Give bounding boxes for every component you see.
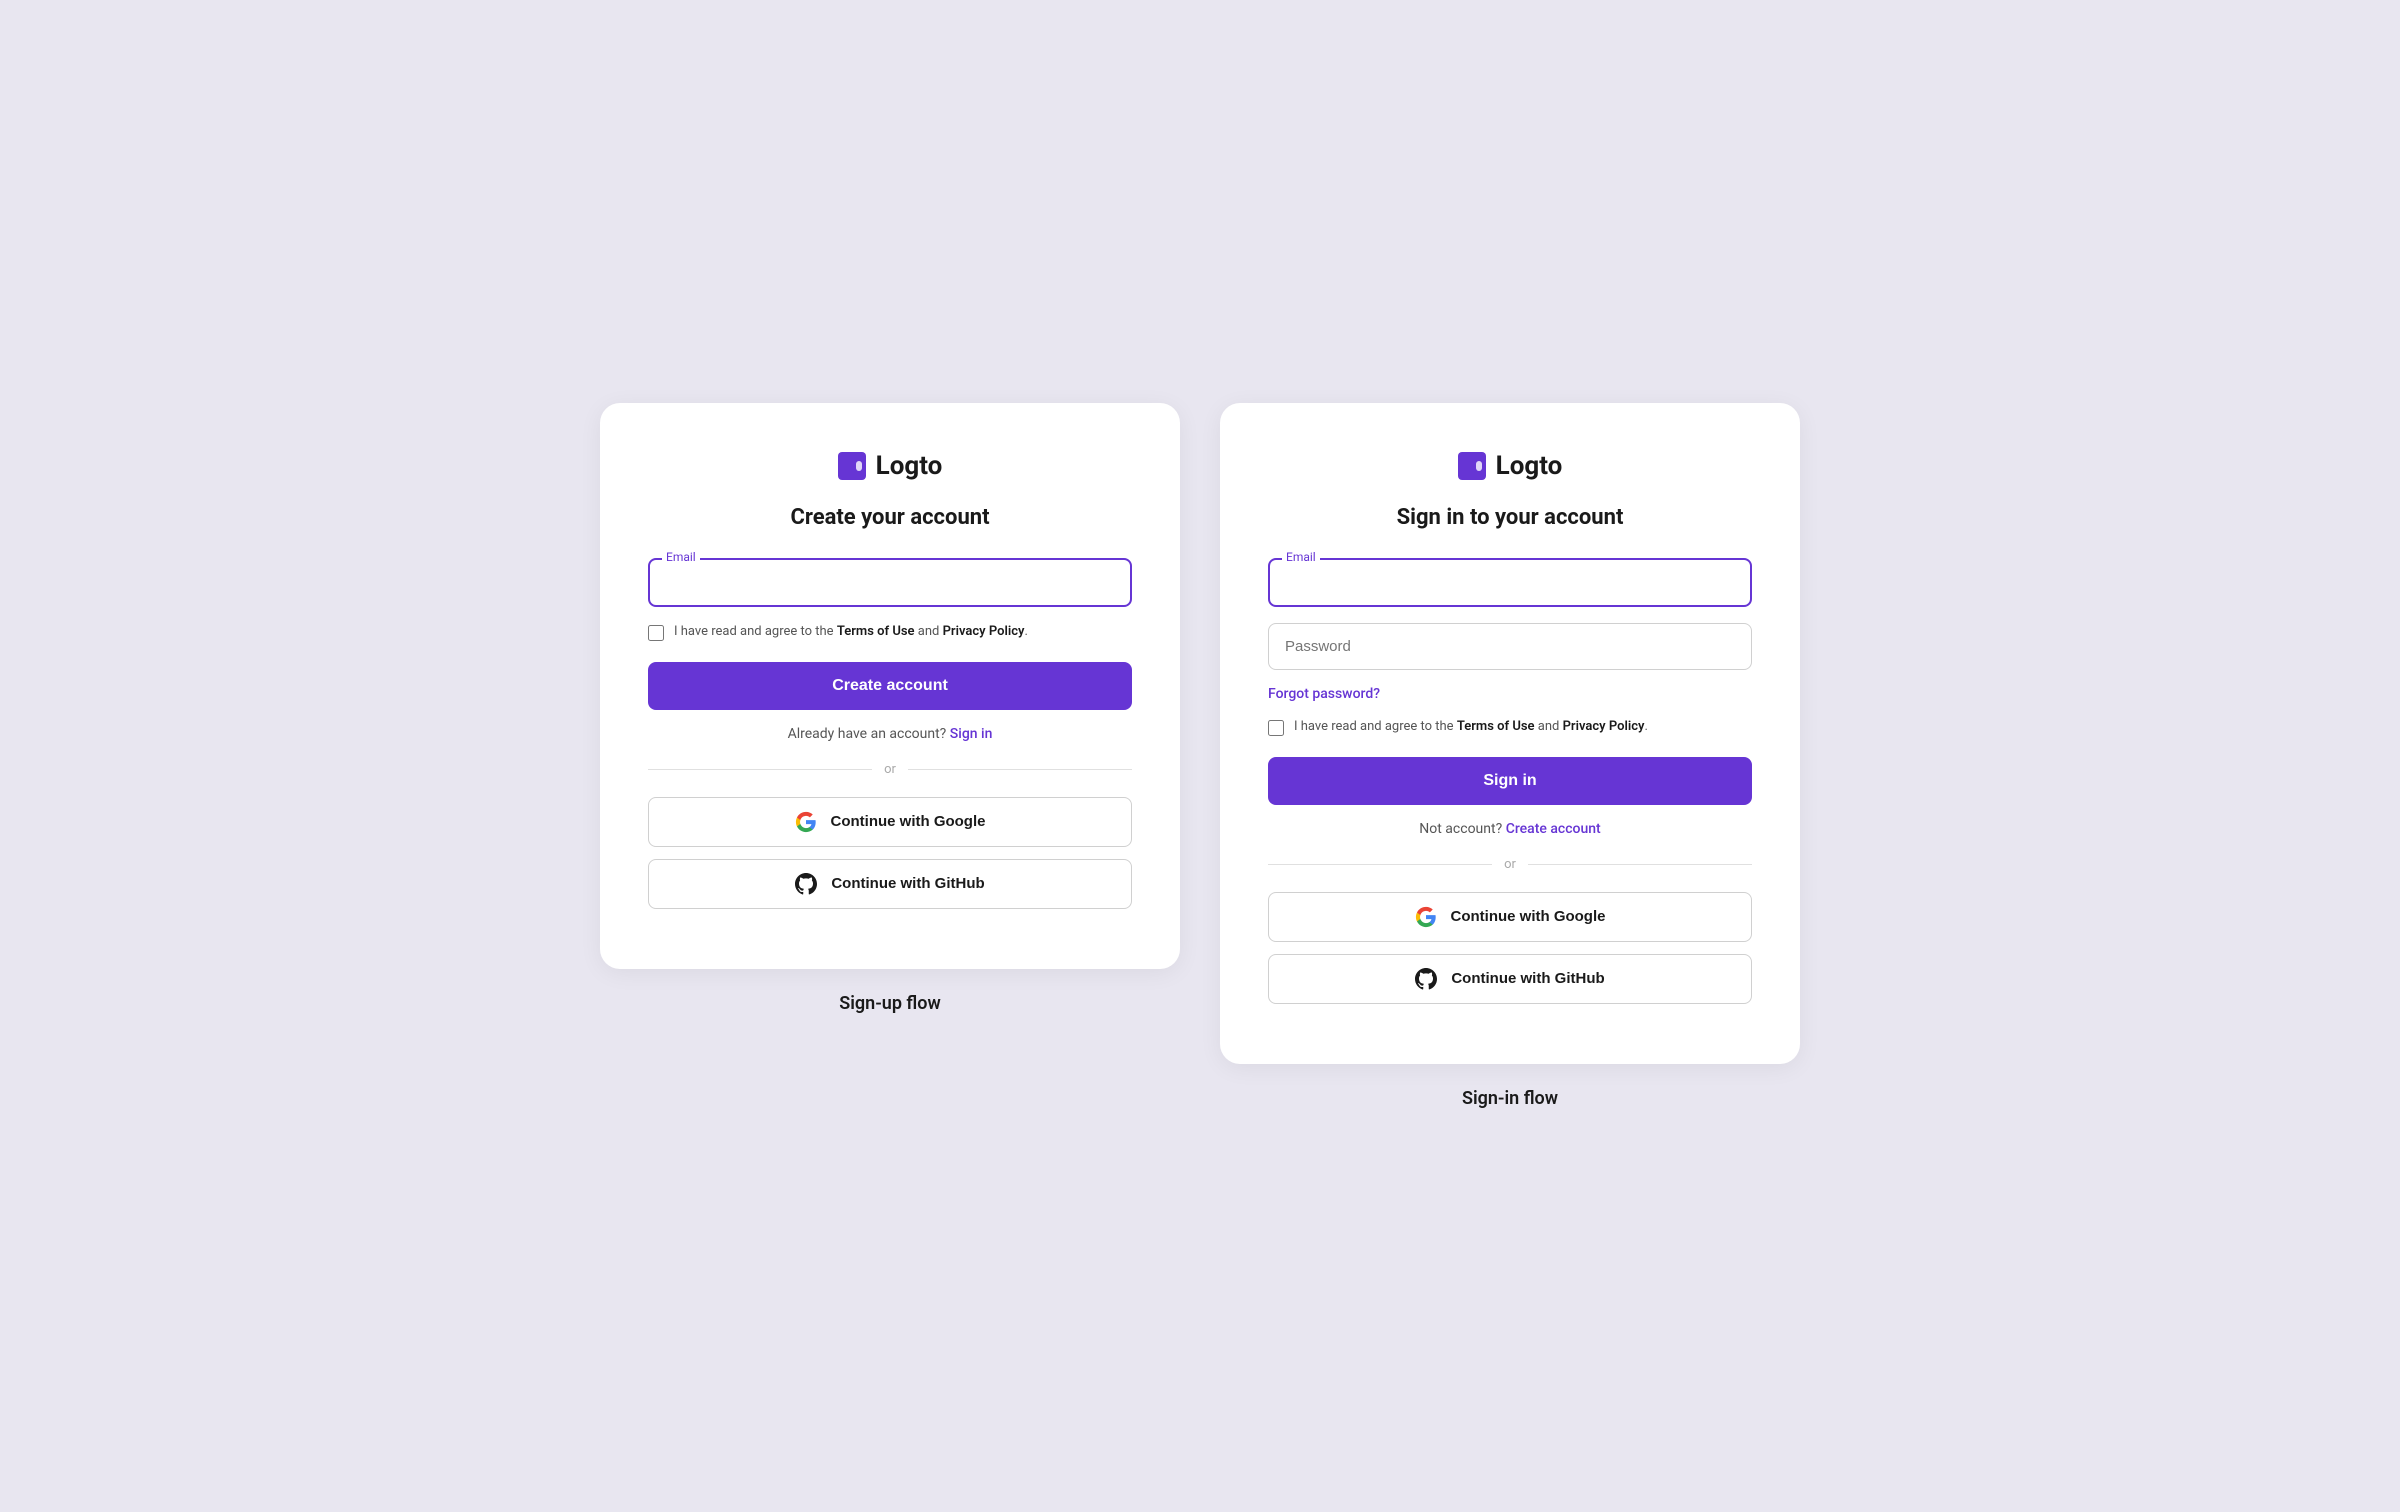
signup-flow-wrapper: Logto Create your account Email I have r… — [600, 403, 1180, 1013]
signup-github-label: Continue with GitHub — [831, 875, 984, 892]
signup-email-input[interactable] — [650, 560, 1130, 605]
signup-github-button[interactable]: Continue with GitHub — [648, 859, 1132, 909]
signup-logo-icon — [838, 452, 866, 480]
signin-email-wrapper: Email — [1268, 558, 1752, 607]
signin-create-link[interactable]: Create account — [1506, 821, 1601, 837]
signin-google-label: Continue with Google — [1451, 908, 1606, 925]
create-account-button[interactable]: Create account — [648, 662, 1132, 710]
forgot-password-link[interactable]: Forgot password? — [1268, 686, 1752, 702]
signin-terms-row: I have read and agree to the Terms of Us… — [1268, 718, 1752, 736]
github-icon-signin — [1415, 968, 1437, 990]
signin-card: Logto Sign in to your account Email Forg… — [1220, 403, 1800, 1063]
signin-alt-link: Not account? Create account — [1268, 821, 1752, 837]
signin-email-label: Email — [1282, 550, 1320, 564]
github-icon — [795, 873, 817, 895]
signin-email-input[interactable] — [1270, 560, 1750, 605]
signin-title: Sign in to your account — [1268, 505, 1752, 530]
google-icon — [795, 811, 817, 833]
signin-flow-label: Sign-in flow — [1462, 1088, 1558, 1109]
signin-terms-checkbox[interactable] — [1268, 720, 1284, 736]
signin-logo: Logto — [1268, 451, 1752, 481]
signup-divider: or — [648, 762, 1132, 777]
signup-signin-link[interactable]: Sign in — [950, 726, 993, 742]
signin-divider: or — [1268, 857, 1752, 872]
signin-google-button[interactable]: Continue with Google — [1268, 892, 1752, 942]
signup-terms-checkbox[interactable] — [648, 625, 664, 641]
signin-github-button[interactable]: Continue with GitHub — [1268, 954, 1752, 1004]
signup-email-wrapper: Email — [648, 558, 1132, 607]
signin-logo-text: Logto — [1496, 451, 1563, 481]
signup-logo: Logto — [648, 451, 1132, 481]
signup-logo-text: Logto — [876, 451, 943, 481]
page-container: Logto Create your account Email I have r… — [600, 403, 1800, 1108]
signup-email-group: Email — [648, 558, 1132, 607]
signup-google-button[interactable]: Continue with Google — [648, 797, 1132, 847]
google-icon-signin — [1415, 906, 1437, 928]
signin-logo-icon — [1458, 452, 1486, 480]
signup-email-label: Email — [662, 550, 700, 564]
signup-google-label: Continue with Google — [831, 813, 986, 830]
signin-email-group: Email — [1268, 558, 1752, 607]
signin-password-input[interactable] — [1269, 624, 1751, 669]
signin-github-label: Continue with GitHub — [1451, 970, 1604, 987]
signup-alt-link: Already have an account? Sign in — [648, 726, 1132, 742]
signup-title: Create your account — [648, 505, 1132, 530]
signin-password-group — [1268, 623, 1752, 670]
signup-card: Logto Create your account Email I have r… — [600, 403, 1180, 968]
signin-flow-wrapper: Logto Sign in to your account Email Forg… — [1220, 403, 1800, 1108]
signup-terms-label: I have read and agree to the Terms of Us… — [674, 623, 1028, 641]
signup-flow-label: Sign-up flow — [839, 993, 941, 1014]
signup-terms-row: I have read and agree to the Terms of Us… — [648, 623, 1132, 641]
signin-terms-label: I have read and agree to the Terms of Us… — [1294, 718, 1648, 736]
signin-password-wrapper — [1268, 623, 1752, 670]
signin-button[interactable]: Sign in — [1268, 757, 1752, 805]
